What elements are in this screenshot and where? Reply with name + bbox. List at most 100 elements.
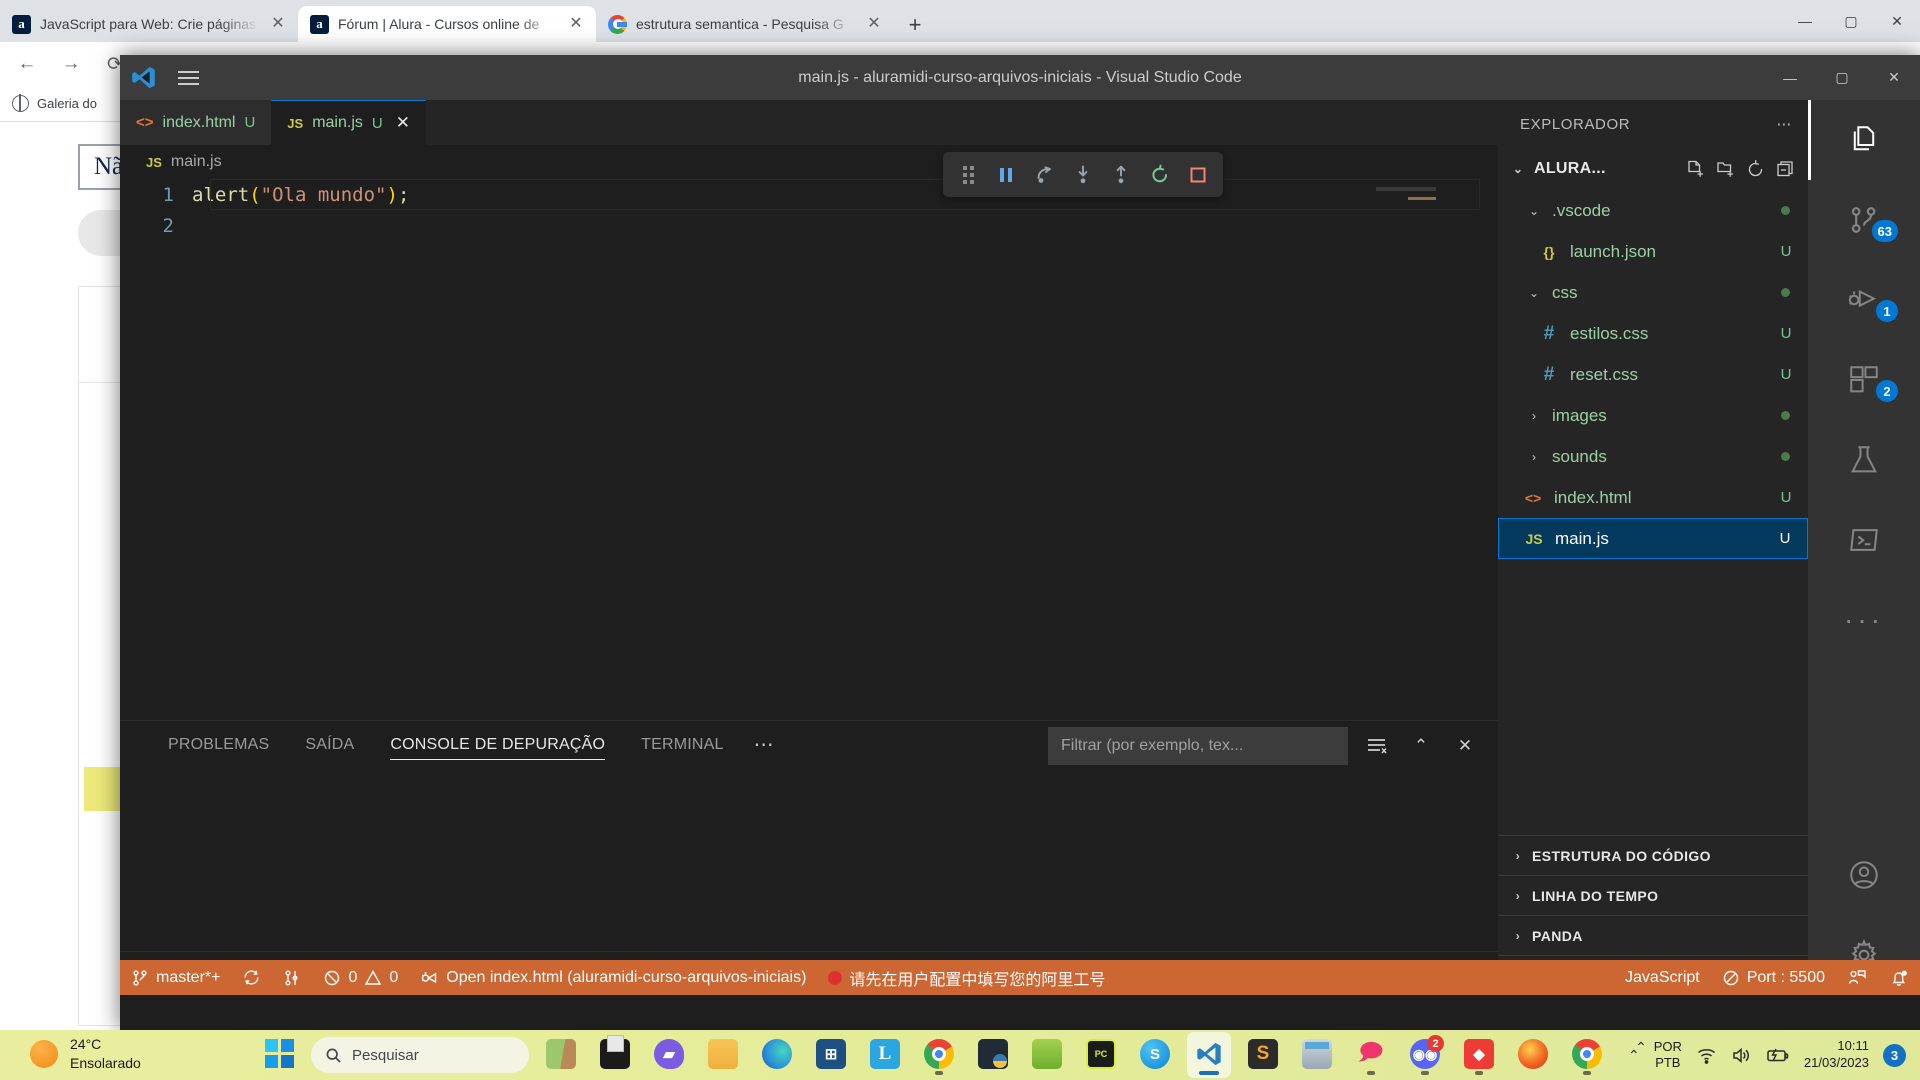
notification-badge[interactable]: 3 — [1883, 1043, 1906, 1067]
maximize-button[interactable]: ▢ — [1828, 0, 1874, 42]
breadcrumb[interactable]: JS main.js — [120, 145, 1498, 179]
volume-icon[interactable] — [1731, 1045, 1752, 1066]
firefox-icon[interactable] — [1511, 1032, 1555, 1078]
chevron-right-icon[interactable]: › — [1524, 450, 1544, 464]
panel-more-icon[interactable]: ⋯ — [742, 721, 786, 769]
anydesk-icon[interactable]: ◆ — [1457, 1032, 1501, 1078]
close-panel-icon[interactable]: ✕ — [1450, 731, 1480, 761]
tree-item-css-folder[interactable]: ⌄ css — [1498, 272, 1808, 313]
close-icon[interactable]: ✕ — [566, 16, 586, 32]
step-over-button[interactable] — [1027, 158, 1063, 192]
status-notifications[interactable] — [1878, 960, 1920, 995]
close-icon[interactable]: ✕ — [268, 16, 288, 32]
clock[interactable]: 10:11 21/03/2023 — [1804, 1038, 1869, 1072]
wifi-icon[interactable] — [1696, 1045, 1717, 1066]
new-tab-button[interactable]: + — [898, 8, 932, 42]
chevron-down-icon[interactable]: ⌄ — [1524, 204, 1544, 218]
bookmark-item[interactable]: Galeria do — [37, 96, 97, 111]
back-icon[interactable]: ← — [14, 53, 40, 75]
notepad-icon[interactable] — [1025, 1032, 1069, 1078]
minimize-button[interactable]: — — [1782, 0, 1828, 42]
calculator-icon[interactable] — [1295, 1032, 1339, 1078]
status-alert[interactable]: 请先在用户配置中填写您的阿里工号 — [817, 960, 1116, 995]
sublime-text-icon[interactable]: S — [1241, 1032, 1285, 1078]
chevron-down-icon[interactable]: ⌄ — [1508, 162, 1528, 176]
drag-handle-icon[interactable] — [950, 158, 986, 192]
language-indicator[interactable]: POR PTB — [1654, 1039, 1682, 1072]
code-editor[interactable]: 1 alert("Ola mundo"); 2 — [120, 179, 1498, 720]
new-folder-icon[interactable] — [1715, 159, 1736, 180]
chrome-icon-2[interactable] — [1565, 1032, 1609, 1078]
minimap-slider[interactable] — [1376, 187, 1436, 191]
tab-problemas[interactable]: PROBLEMAS — [150, 721, 287, 769]
new-file-icon[interactable] — [1685, 159, 1706, 180]
close-icon[interactable]: ✕ — [864, 16, 884, 32]
close-icon[interactable]: ✕ — [396, 113, 410, 133]
section-linha-do-tempo[interactable]: › LINHA DO TEMPO — [1498, 875, 1808, 915]
debug-toolbar[interactable] — [943, 152, 1223, 197]
status-port[interactable]: Port : 5500 — [1711, 960, 1836, 995]
close-window-button[interactable]: ✕ — [1868, 55, 1920, 100]
chevron-down-icon[interactable]: ⌄ — [1524, 286, 1544, 300]
weather-widget[interactable]: 24°C Ensolarado — [30, 1035, 141, 1073]
workspace-root-row[interactable]: ⌄ ALURA... — [1498, 148, 1808, 190]
tree-item-estilos-css[interactable]: # estilos.css U — [1498, 313, 1808, 354]
file-explorer-icon[interactable] — [701, 1032, 745, 1078]
more-actions-icon[interactable]: ⋯ — [1776, 115, 1792, 133]
browser-tab-2[interactable]: a Fórum | Alura - Cursos online de ✕ — [298, 6, 596, 42]
tree-item-main-js[interactable]: JS main.js U — [1498, 518, 1808, 559]
editor-tab-index-html[interactable]: <> index.html U — [120, 100, 272, 145]
status-feedback[interactable] — [1836, 960, 1878, 995]
edge-icon[interactable] — [755, 1032, 799, 1078]
tray-overflow-icon[interactable]: ⌃ — [1628, 1047, 1640, 1064]
chrome-icon[interactable] — [917, 1032, 961, 1078]
status-live-server[interactable]: Open index.html (aluramidi-curso-arquivo… — [409, 960, 817, 995]
tree-item-index-html[interactable]: <> index.html U — [1498, 477, 1808, 518]
tree-item-reset-css[interactable]: # reset.css U — [1498, 354, 1808, 395]
status-branch[interactable]: master*+ — [120, 960, 231, 995]
collapse-panel-icon[interactable]: ⌃ — [1406, 731, 1436, 761]
restart-button[interactable] — [1141, 158, 1177, 192]
start-button[interactable] — [257, 1032, 301, 1078]
search-input[interactable]: Pesquisar — [311, 1037, 529, 1073]
activity-terminal[interactable] — [1808, 500, 1920, 580]
tab-console-de-depuracao[interactable]: CONSOLE DE DEPURAÇÃO — [372, 721, 623, 769]
minimize-button[interactable]: — — [1764, 55, 1816, 100]
teams-icon[interactable]: ▰ — [647, 1032, 691, 1078]
linkedin-learning-icon[interactable]: L — [863, 1032, 907, 1078]
tree-item-sounds-folder[interactable]: › sounds — [1498, 436, 1808, 477]
pycharm-dark-icon[interactable] — [971, 1032, 1015, 1078]
chat-icon[interactable]: 🗩 — [1349, 1032, 1393, 1078]
clear-console-icon[interactable] — [1362, 731, 1392, 761]
discord-icon[interactable]: ◉◉ 2 — [1403, 1032, 1447, 1078]
filter-input[interactable]: Filtrar (por exemplo, tex... — [1048, 727, 1348, 765]
battery-charging-icon[interactable] — [1766, 1045, 1790, 1066]
browser-tab-3[interactable]: estrutura semantica - Pesquisa G ✕ — [596, 6, 894, 42]
pause-button[interactable] — [988, 158, 1024, 192]
step-out-button[interactable] — [1103, 158, 1139, 192]
tree-item-launch-json[interactable]: {} launch.json U — [1498, 231, 1808, 272]
chevron-right-icon[interactable]: › — [1508, 849, 1528, 863]
activity-explorer[interactable] — [1808, 100, 1920, 180]
status-remote[interactable] — [272, 960, 312, 995]
tree-item-images-folder[interactable]: › images — [1498, 395, 1808, 436]
task-view-icon[interactable] — [593, 1032, 637, 1078]
chevron-right-icon[interactable]: › — [1508, 929, 1528, 943]
section-panda[interactable]: › PANDA — [1498, 915, 1808, 955]
tree-wallpaper-icon[interactable] — [539, 1032, 583, 1078]
tab-saida[interactable]: SAÍDA — [287, 721, 372, 769]
chevron-right-icon[interactable]: › — [1524, 409, 1544, 423]
section-estrutura-do-codigo[interactable]: › ESTRUTURA DO CÓDIGO — [1498, 835, 1808, 875]
browser-tab-1[interactable]: a JavaScript para Web: Crie páginas ✕ — [0, 6, 298, 42]
activity-run-and-debug[interactable]: 1 — [1808, 260, 1920, 340]
collapse-all-icon[interactable] — [1775, 159, 1796, 180]
forward-icon[interactable]: → — [58, 53, 84, 75]
close-window-button[interactable]: ✕ — [1874, 0, 1920, 42]
editor-tab-main-js[interactable]: JS main.js U ✕ — [271, 100, 426, 145]
activity-account[interactable] — [1808, 835, 1920, 915]
tree-item-vscode-folder[interactable]: ⌄ .vscode — [1498, 190, 1808, 231]
refresh-icon[interactable] — [1745, 159, 1766, 180]
status-problems[interactable]: 0 0 — [312, 960, 409, 995]
skype-icon[interactable]: S — [1133, 1032, 1177, 1078]
activity-extensions[interactable]: 2 — [1808, 340, 1920, 420]
